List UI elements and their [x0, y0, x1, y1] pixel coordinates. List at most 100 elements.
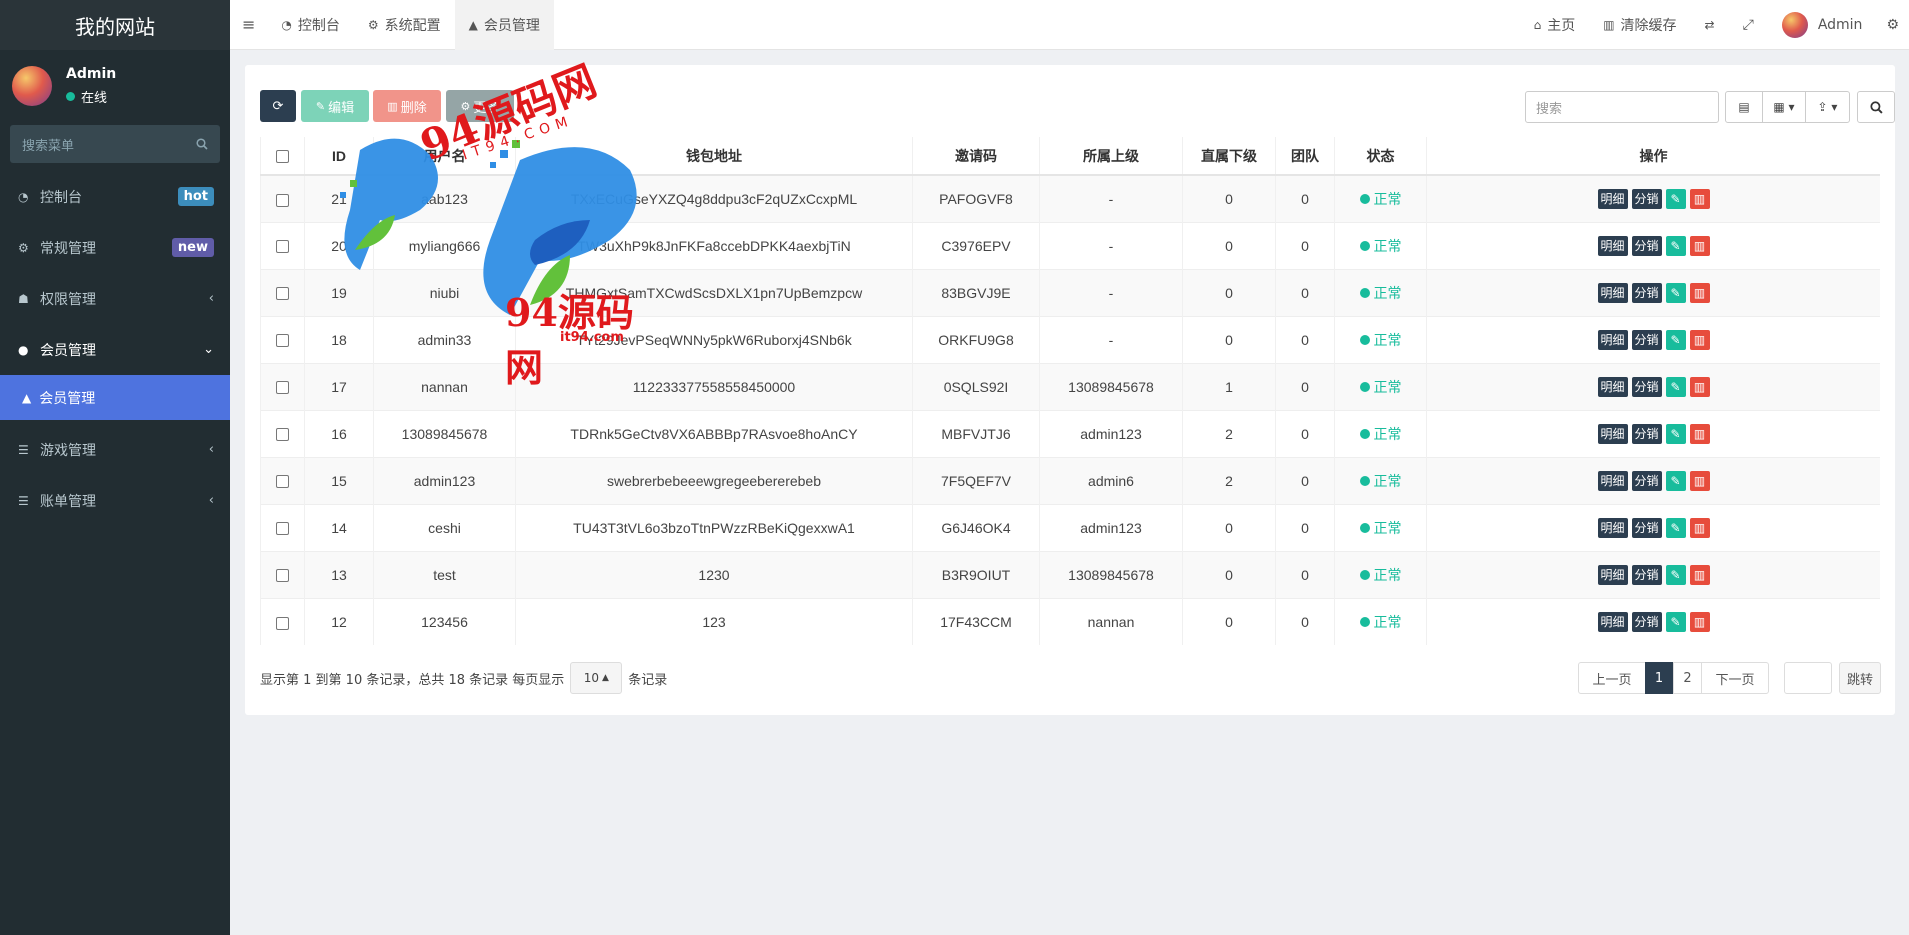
edit-row-button[interactable]: ✎ [1665, 470, 1686, 491]
detail-button[interactable]: 明细 [1597, 188, 1628, 209]
fullscreen-button[interactable]: ⤢ [1729, 0, 1768, 50]
detail-button[interactable]: 明细 [1597, 611, 1628, 632]
sidebar-item-general[interactable]: ⚙ 常规管理 new [0, 222, 230, 273]
edit-row-button[interactable]: ✎ [1665, 611, 1686, 632]
menu-search-input[interactable]: 搜索菜单 [10, 125, 220, 163]
col-header-invite-code[interactable]: 邀请码 [912, 137, 1040, 176]
edit-row-button[interactable]: ✎ [1665, 423, 1686, 444]
col-header-team[interactable]: 团队 [1275, 137, 1335, 176]
clear-cache-button[interactable]: ▥ 清除缓存 [1589, 0, 1690, 50]
table-row[interactable]: 18 admin33 TYt29JevPSeqWNNy5pkW6Ruborxj4SN… [260, 315, 1880, 363]
sidebar-item-games[interactable]: ☰ 游戏管理 ‹ [0, 424, 230, 475]
edit-row-button[interactable]: ✎ [1665, 329, 1686, 350]
row-checkbox[interactable] [276, 287, 289, 301]
col-header-status[interactable]: 状态 [1334, 137, 1427, 176]
delete-row-button[interactable]: ▥ [1689, 376, 1710, 397]
page-size-select[interactable]: 10 ▲ [570, 662, 623, 694]
table-row[interactable]: 19 niubi THMGxtSamTXCwdScsDXLX1pn7UpBemzpc… [260, 268, 1880, 316]
tab-system-config[interactable]: ⚙ 系统配置 [354, 0, 455, 50]
col-header-username[interactable]: 用户名 [373, 137, 516, 176]
detail-button[interactable]: 明细 [1597, 282, 1628, 303]
table-row[interactable]: 14 ceshi TU43T3tVL6o3bzoTtnPWzzRBeKiQgexxw… [260, 503, 1880, 551]
table-row[interactable]: 21 aab123 TXxECuGseYXZQ4g8ddpu3cF2qUZxCcxp… [260, 174, 1880, 222]
edit-row-button[interactable]: ✎ [1665, 235, 1686, 256]
delete-row-button[interactable]: ▥ [1689, 329, 1710, 350]
prev-page-button[interactable]: 上一页 [1578, 662, 1646, 694]
distribution-button[interactable]: 分销 [1631, 188, 1662, 209]
row-checkbox[interactable] [276, 569, 289, 583]
more-button[interactable]: ⚙ 更多 [446, 90, 514, 122]
tab-dashboard[interactable]: ◔ 控制台 [267, 0, 353, 50]
row-checkbox[interactable] [276, 381, 289, 395]
table-row[interactable]: 17 nannan 112233377558558450000 0SQLS92I 130… [260, 362, 1880, 410]
language-button[interactable]: ⇄ [1691, 0, 1729, 50]
edit-row-button[interactable]: ✎ [1665, 517, 1686, 538]
distribution-button[interactable]: 分销 [1631, 235, 1662, 256]
detail-button[interactable]: 明细 [1597, 564, 1628, 585]
distribution-button[interactable]: 分销 [1631, 611, 1662, 632]
delete-row-button[interactable]: ▥ [1689, 611, 1710, 632]
sidebar-item-dashboard[interactable]: ◔ 控制台 hot [0, 171, 230, 222]
delete-row-button[interactable]: ▥ [1689, 564, 1710, 585]
col-header-id[interactable]: ID [304, 137, 374, 176]
table-row[interactable]: 16 13089845678 TDRnk5GeCtv8VX6ABBBp7RAsvoe… [260, 409, 1880, 457]
delete-row-button[interactable]: ▥ [1689, 470, 1710, 491]
settings-button[interactable]: ⚙ [1876, 0, 1909, 50]
row-checkbox[interactable] [276, 334, 289, 348]
refresh-button[interactable]: ⟳ [260, 90, 296, 122]
col-header-direct[interactable]: 直属下级 [1182, 137, 1276, 176]
detail-button[interactable]: 明细 [1597, 517, 1628, 538]
advanced-search-button[interactable] [1857, 91, 1895, 123]
distribution-button[interactable]: 分销 [1631, 423, 1662, 444]
distribution-button[interactable]: 分销 [1631, 517, 1662, 538]
next-page-button[interactable]: 下一页 [1701, 662, 1769, 694]
delete-row-button[interactable]: ▥ [1689, 423, 1710, 444]
edit-row-button[interactable]: ✎ [1665, 376, 1686, 397]
detail-button[interactable]: 明细 [1597, 329, 1628, 350]
tab-members[interactable]: ▲ 会员管理 [454, 0, 554, 50]
delete-row-button[interactable]: ▥ [1689, 188, 1710, 209]
table-row[interactable]: 13 test 1230 B3R9OIUT 13089845678 0 0 正常 明细 分销 ✎ ▥ [260, 550, 1880, 598]
row-checkbox[interactable] [276, 240, 289, 254]
jump-page-input[interactable] [1784, 662, 1832, 694]
table-row[interactable]: 20 myliang666 TW3uXhP9k8JnFKFa8ccebDPKK4ae… [260, 221, 1880, 269]
distribution-button[interactable]: 分销 [1631, 470, 1662, 491]
delete-row-button[interactable]: ▥ [1689, 235, 1710, 256]
delete-row-button[interactable]: ▥ [1689, 517, 1710, 538]
distribution-button[interactable]: 分销 [1631, 329, 1662, 350]
page-1-button[interactable]: 1 [1645, 662, 1673, 694]
menu-toggle-button[interactable]: ≡ [230, 0, 267, 50]
row-checkbox[interactable] [276, 522, 289, 536]
site-title[interactable]: 我的网站 [0, 0, 230, 50]
distribution-button[interactable]: 分销 [1631, 564, 1662, 585]
row-checkbox[interactable] [276, 428, 289, 442]
jump-button[interactable]: 跳转 [1839, 662, 1881, 694]
row-checkbox[interactable] [276, 193, 289, 207]
detail-button[interactable]: 明细 [1597, 423, 1628, 444]
home-link[interactable]: ⌂ 主页 [1520, 0, 1590, 50]
distribution-button[interactable]: 分销 [1631, 282, 1662, 303]
table-row[interactable]: 12 123456 123 17F43CCM nannan 0 0 正常 明细 分销 ✎ ▥ [260, 597, 1880, 645]
sidebar-item-bills[interactable]: ☰ 账单管理 ‹ [0, 475, 230, 526]
table-search-input[interactable]: 搜索 [1525, 91, 1719, 123]
sidebar-item-members[interactable]: ● 会员管理 ⌄ [0, 324, 230, 375]
col-header-parent[interactable]: 所属上级 [1039, 137, 1183, 176]
sidebar-subitem-members[interactable]: ▲ 会员管理 [0, 375, 230, 420]
distribution-button[interactable]: 分销 [1631, 376, 1662, 397]
toggle-view-button[interactable]: ▤ [1725, 91, 1763, 123]
row-checkbox[interactable] [276, 616, 289, 630]
admin-menu[interactable]: Admin [1768, 0, 1877, 50]
row-checkbox[interactable] [276, 475, 289, 489]
select-all-checkbox[interactable] [276, 150, 289, 164]
col-header-wallet[interactable]: 钱包地址 [515, 137, 913, 176]
edit-row-button[interactable]: ✎ [1665, 188, 1686, 209]
delete-row-button[interactable]: ▥ [1689, 282, 1710, 303]
table-row[interactable]: 15 admin123 swebrerbebeeewgregeebererebeb 7… [260, 456, 1880, 504]
edit-row-button[interactable]: ✎ [1665, 282, 1686, 303]
page-2-button[interactable]: 2 [1673, 662, 1702, 694]
detail-button[interactable]: 明细 [1597, 376, 1628, 397]
export-button[interactable]: ⇪ ▾ [1805, 91, 1850, 123]
edit-button[interactable]: ✎ 编辑 [301, 90, 369, 122]
edit-row-button[interactable]: ✎ [1665, 564, 1686, 585]
delete-button[interactable]: ▥ 删除 [373, 90, 441, 122]
